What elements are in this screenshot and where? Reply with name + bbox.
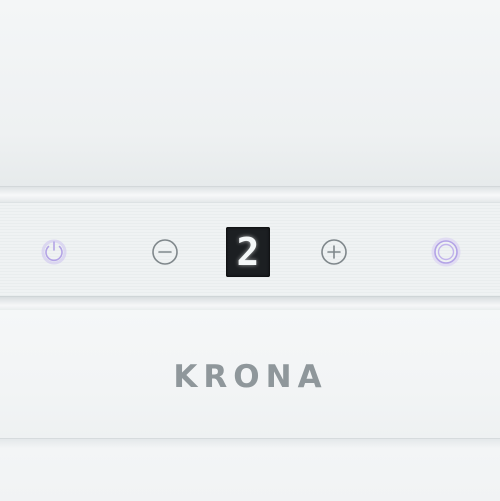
plus-button[interactable] bbox=[316, 234, 352, 270]
brand-logo: KRONA bbox=[173, 359, 328, 395]
power-icon bbox=[41, 239, 67, 265]
speed-level-value: 2 bbox=[236, 230, 260, 274]
plus-circle-icon bbox=[321, 239, 347, 265]
light-button[interactable] bbox=[428, 234, 464, 270]
speed-display: 2 bbox=[226, 227, 270, 277]
hood-bottom-edge bbox=[0, 438, 500, 501]
hood-edge-top bbox=[0, 186, 500, 203]
light-icon bbox=[431, 237, 461, 267]
power-button[interactable] bbox=[36, 234, 72, 270]
minus-button[interactable] bbox=[147, 234, 183, 270]
hood-top-surface bbox=[0, 0, 500, 190]
minus-circle-icon bbox=[152, 239, 178, 265]
hood-edge-bottom bbox=[0, 296, 500, 311]
